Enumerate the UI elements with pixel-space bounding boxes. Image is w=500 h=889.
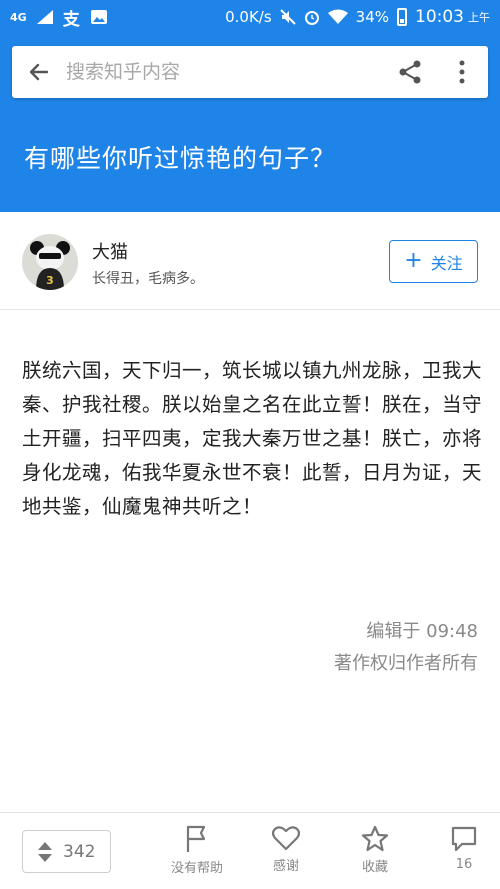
alipay-icon: 支 — [62, 9, 80, 30]
battery-percent: 34% — [355, 8, 389, 26]
vote-arrows-icon — [38, 841, 52, 862]
network-speed: 0.0K/s — [225, 8, 272, 26]
author-name[interactable]: 大猫 — [92, 238, 128, 264]
comments-button[interactable]: 16 — [429, 825, 499, 872]
back-button[interactable] — [12, 46, 66, 98]
not-helpful-label: 没有帮助 — [170, 861, 223, 876]
follow-label: 关注 — [430, 253, 463, 273]
status-bar: 4G 支 0.0K/s 34% 10:03 上午 — [0, 0, 500, 34]
question-title[interactable]: 有哪些你听过惊艳的句子？ — [24, 139, 336, 175]
collect-label: 收藏 — [361, 860, 388, 875]
search-bar — [12, 46, 488, 98]
mute-icon — [279, 9, 296, 25]
answer-content: 朕统六国，天下归一，筑长城以镇九州龙脉，卫我大秦、护我社稷。朕以始皇之名在此立誓… — [22, 359, 483, 518]
answer-meta: 编辑于 09:48 著作权归作者所有 — [334, 616, 478, 680]
header: 有哪些你听过惊艳的句子？ — [0, 34, 500, 212]
signal-bars-icon — [36, 10, 53, 24]
image-icon — [90, 10, 107, 24]
author-row: 3 大猫 长得丑，毛病多。 + 关注 — [0, 212, 500, 310]
panda-avatar-icon: 3 — [30, 241, 70, 290]
avatar[interactable]: 3 — [22, 234, 78, 290]
more-vertical-icon — [459, 60, 465, 84]
heart-icon — [272, 826, 300, 851]
share-icon — [399, 60, 421, 84]
alarm-icon — [304, 11, 319, 25]
copyright-notice: 著作权归作者所有 — [334, 653, 478, 674]
more-button[interactable] — [436, 46, 488, 98]
signal-indicator: 4G — [10, 10, 27, 24]
flag-icon — [186, 825, 206, 852]
thanks-button[interactable]: 感谢 — [251, 825, 321, 874]
vote-count: 342 — [63, 841, 96, 862]
wifi-icon — [327, 9, 348, 24]
clock-ampm: 上午 — [468, 11, 490, 24]
plus-icon: + — [404, 247, 423, 273]
vote-button[interactable]: 342 — [22, 830, 111, 873]
edit-time: 编辑于 09:48 — [366, 621, 478, 642]
author-bio: 长得丑，毛病多。 — [92, 271, 204, 287]
bottom-action-bar: 342 没有帮助 感谢 收藏 16 — [0, 812, 500, 889]
comment-count: 16 — [455, 857, 473, 872]
back-arrow-icon — [29, 63, 49, 81]
search-input[interactable] — [66, 52, 384, 92]
clock-time: 10:03 — [415, 7, 464, 27]
share-button[interactable] — [384, 46, 436, 98]
star-icon — [361, 825, 389, 852]
comment-icon — [451, 826, 477, 852]
svg-text:3: 3 — [46, 274, 54, 287]
not-helpful-button[interactable]: 没有帮助 — [162, 825, 232, 876]
collect-button[interactable]: 收藏 — [340, 825, 410, 875]
battery-icon — [397, 8, 407, 26]
follow-button[interactable]: + 关注 — [389, 240, 478, 283]
thanks-label: 感谢 — [272, 859, 299, 874]
